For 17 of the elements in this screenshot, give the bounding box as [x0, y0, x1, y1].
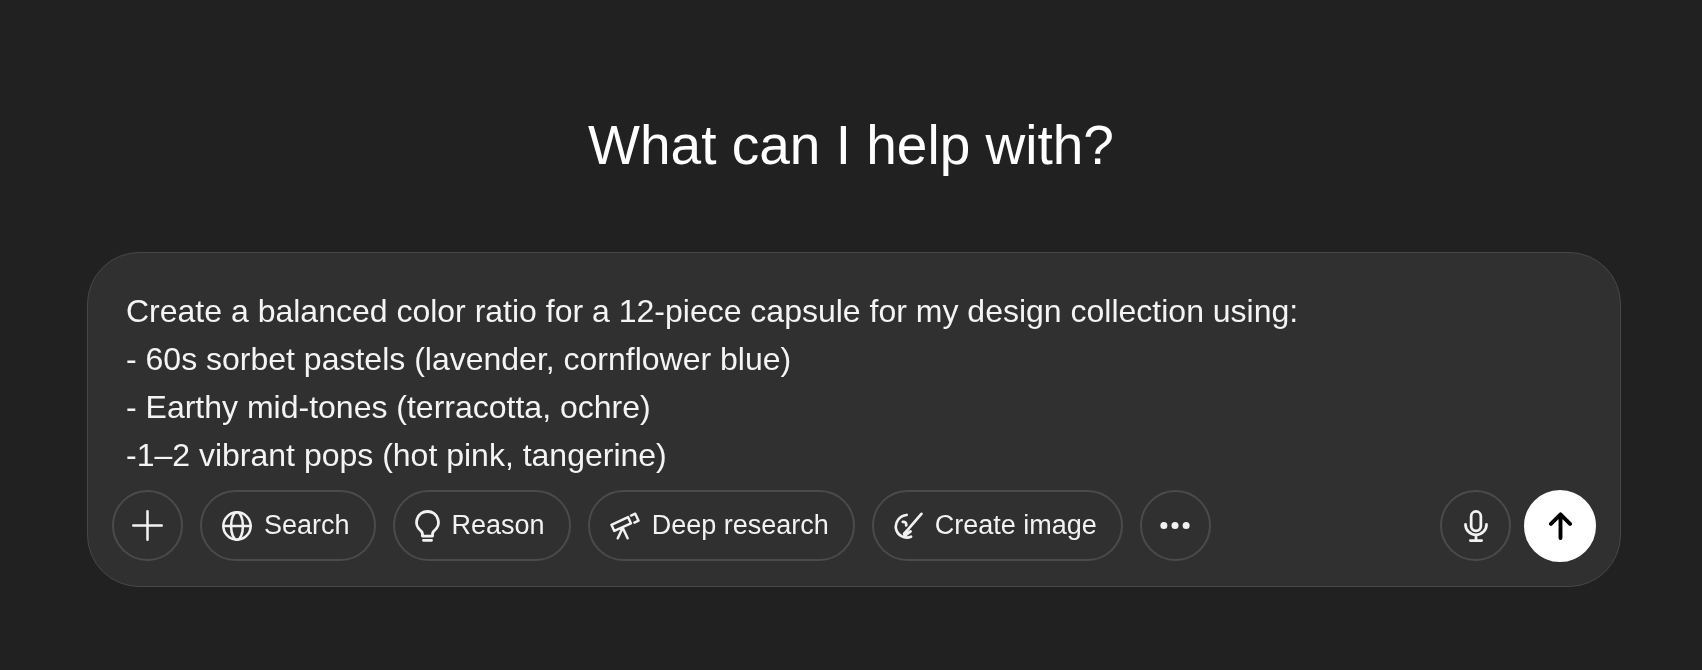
paintbrush-icon	[893, 511, 923, 540]
reason-button[interactable]: Reason	[392, 490, 571, 561]
lightbulb-icon	[414, 509, 440, 542]
more-button[interactable]	[1139, 490, 1211, 561]
create-image-button[interactable]: Create image	[871, 490, 1123, 561]
deep-research-button[interactable]: Deep research	[587, 490, 855, 561]
ellipsis-icon	[1160, 522, 1191, 529]
page-heading: What can I help with?	[588, 113, 1114, 178]
telescope-icon	[609, 511, 640, 540]
prompt-input[interactable]: Create a balanced color ratio for a 12-piece capsule for my design collection using: - 60s sorbet pastels (lavender, cornflower blue) - Earthy mid-tones (terracotta, ochre) -1–2 vibrant pops (hot pink, tangerine)	[112, 287, 1596, 479]
microphone-icon	[1463, 509, 1488, 542]
globe-icon	[222, 510, 252, 541]
microphone-button[interactable]	[1440, 490, 1511, 561]
arrow-up-icon	[1548, 512, 1572, 540]
search-button[interactable]: Search	[200, 490, 376, 561]
add-button[interactable]	[112, 490, 183, 561]
plus-icon	[132, 510, 163, 541]
